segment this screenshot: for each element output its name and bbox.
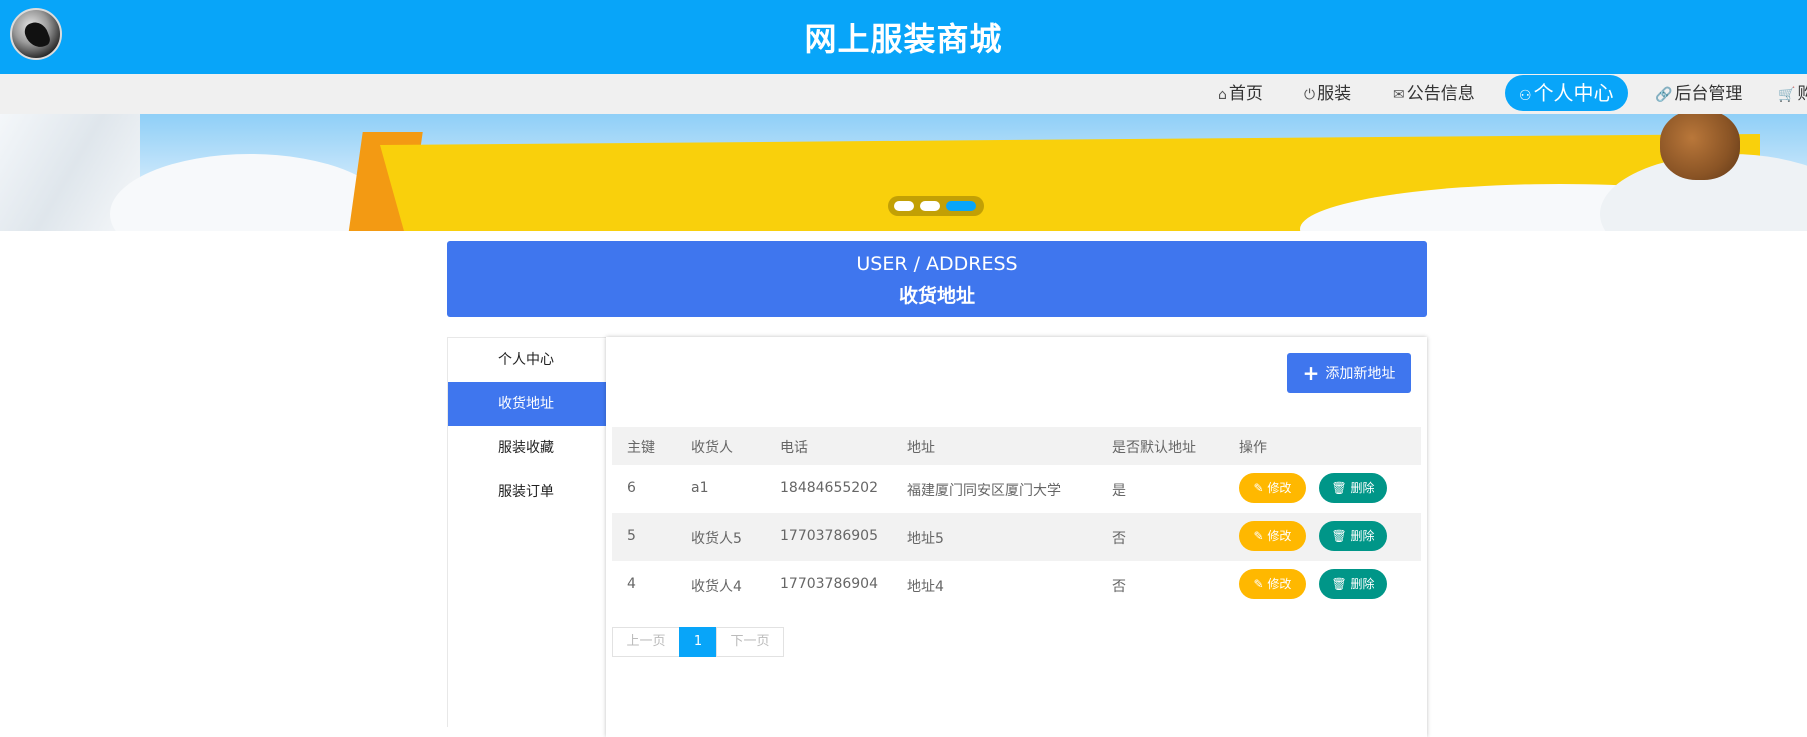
cell-default: 否 — [1112, 531, 1126, 547]
cell-address: 地址4 — [907, 579, 944, 595]
cell-address: 福建厦门同安区厦门大学 — [907, 483, 1061, 499]
column-header: 操作 — [1239, 440, 1267, 456]
edit-button[interactable]: ✎ 修改 — [1239, 521, 1306, 551]
cell-name: 收货人5 — [691, 531, 742, 547]
delete-label: 删除 — [1350, 481, 1375, 495]
table-row: 6 a1 18484655202 福建厦门同安区厦门大学 是 ✎ 修改 🗑 删除 — [612, 465, 1421, 513]
nav-admin-label: 后台管理 — [1674, 84, 1743, 104]
top-header: 网上服装商城 — [0, 0, 1807, 74]
cell-phone: 17703786904 — [780, 576, 878, 592]
table-header: 主键 收货人 电话 地址 是否默认地址 操作 — [612, 427, 1421, 465]
nav-home-label: 首页 — [1228, 84, 1263, 104]
nav-user-center-label: 个人中心 — [1533, 81, 1614, 105]
page-title-en: USER / ADDRESS — [856, 253, 1018, 275]
site-title: 网上服装商城 — [804, 20, 1003, 58]
nav-home[interactable]: ⌂ 首页 — [1212, 78, 1269, 110]
edit-button[interactable]: ✎ 修改 — [1239, 473, 1306, 503]
nav-cart-label: 购 — [1797, 84, 1807, 104]
column-header: 电话 — [780, 440, 808, 456]
nav-user-center[interactable]: ⚇ 个人中心 — [1505, 75, 1628, 111]
cell-address: 地址5 — [907, 531, 944, 547]
nav-admin[interactable]: 🔗 后台管理 — [1649, 78, 1748, 110]
edit-label: 修改 — [1267, 481, 1292, 495]
banner-cloud — [110, 154, 390, 231]
pencil-icon: ✎ — [1253, 529, 1268, 543]
main-nav: ⌂ 首页 ⏻ 服装 ✉ 公告信息 ⚇ 个人中心 🔗 后台管理 🛒 购 — [0, 74, 1807, 114]
nav-notices-label: 公告信息 — [1406, 84, 1475, 104]
delete-label: 删除 — [1350, 529, 1375, 543]
trash-icon: 🗑 — [1331, 529, 1351, 543]
column-header: 主键 — [627, 440, 655, 456]
edit-label: 修改 — [1267, 529, 1292, 543]
power-icon: ⏻ — [1304, 87, 1316, 103]
link-icon: 🔗 — [1655, 87, 1673, 103]
add-address-label: 添加新地址 — [1325, 366, 1396, 382]
mail-icon: ✉ — [1393, 87, 1405, 103]
cell-id: 4 — [627, 576, 636, 592]
edit-button[interactable]: ✎ 修改 — [1239, 569, 1306, 599]
cell-id: 5 — [627, 528, 636, 544]
nav-notices[interactable]: ✉ 公告信息 — [1387, 78, 1481, 110]
page-number-button[interactable]: 1 — [679, 627, 717, 657]
nav-clothing[interactable]: ⏻ 服装 — [1298, 78, 1357, 110]
cell-default: 是 — [1112, 483, 1126, 499]
nav-clothing-label: 服装 — [1317, 84, 1352, 104]
address-content: + 添加新地址 主键 收货人 电话 地址 是否默认地址 操作 6 a1 18484… — [606, 337, 1427, 737]
table-row: 4 收货人4 17703786904 地址4 否 ✎ 修改 🗑 删除 — [612, 561, 1421, 609]
sidebar-item-user-center[interactable]: 个人中心 — [448, 338, 608, 382]
cell-default: 否 — [1112, 579, 1126, 595]
trash-icon: 🗑 — [1331, 577, 1351, 591]
sidebar-item-address[interactable]: 收货地址 — [448, 382, 608, 426]
cell-phone: 17703786905 — [780, 528, 878, 544]
carousel-indicators — [888, 196, 984, 216]
home-icon: ⌂ — [1218, 87, 1227, 103]
table-row: 5 收货人5 17703786905 地址5 否 ✎ 修改 🗑 删除 — [612, 513, 1421, 561]
carousel-dot-3[interactable] — [946, 201, 976, 211]
column-header: 收货人 — [691, 440, 733, 456]
cell-name: a1 — [691, 480, 709, 496]
carousel-dot-1[interactable] — [894, 201, 914, 211]
carousel-dot-2[interactable] — [920, 201, 940, 211]
prev-page-button[interactable]: 上一页 — [612, 627, 680, 657]
next-page-button[interactable]: 下一页 — [716, 627, 784, 657]
pencil-icon: ✎ — [1253, 481, 1268, 495]
page-title: 收货地址 — [898, 285, 975, 307]
delete-button[interactable]: 🗑 删除 — [1319, 569, 1387, 599]
cart-icon: 🛒 — [1778, 87, 1796, 103]
edit-label: 修改 — [1267, 577, 1292, 591]
pencil-icon: ✎ — [1253, 577, 1268, 591]
user-sidebar: 个人中心 收货地址 服装收藏 服装订单 — [447, 337, 608, 727]
add-address-button[interactable]: + 添加新地址 — [1287, 353, 1411, 393]
trash-icon: 🗑 — [1331, 481, 1351, 495]
cell-id: 6 — [627, 480, 636, 496]
sidebar-item-favorites[interactable]: 服装收藏 — [448, 426, 608, 470]
cell-name: 收货人4 — [691, 579, 742, 595]
cell-phone: 18484655202 — [780, 480, 878, 496]
banner-carousel[interactable] — [0, 114, 1807, 231]
column-header: 是否默认地址 — [1112, 440, 1196, 456]
page-title-panel: USER / ADDRESS 收货地址 — [447, 241, 1427, 317]
user-icon: ⚇ — [1519, 88, 1532, 104]
delete-label: 删除 — [1350, 577, 1375, 591]
delete-button[interactable]: 🗑 删除 — [1319, 521, 1387, 551]
sidebar-item-orders[interactable]: 服装订单 — [448, 470, 608, 514]
column-header: 地址 — [907, 440, 935, 456]
banner-cookie-image — [1660, 114, 1740, 180]
nav-cart[interactable]: 🛒 购 — [1772, 78, 1807, 110]
delete-button[interactable]: 🗑 删除 — [1319, 473, 1387, 503]
plus-icon: + — [1302, 361, 1320, 385]
